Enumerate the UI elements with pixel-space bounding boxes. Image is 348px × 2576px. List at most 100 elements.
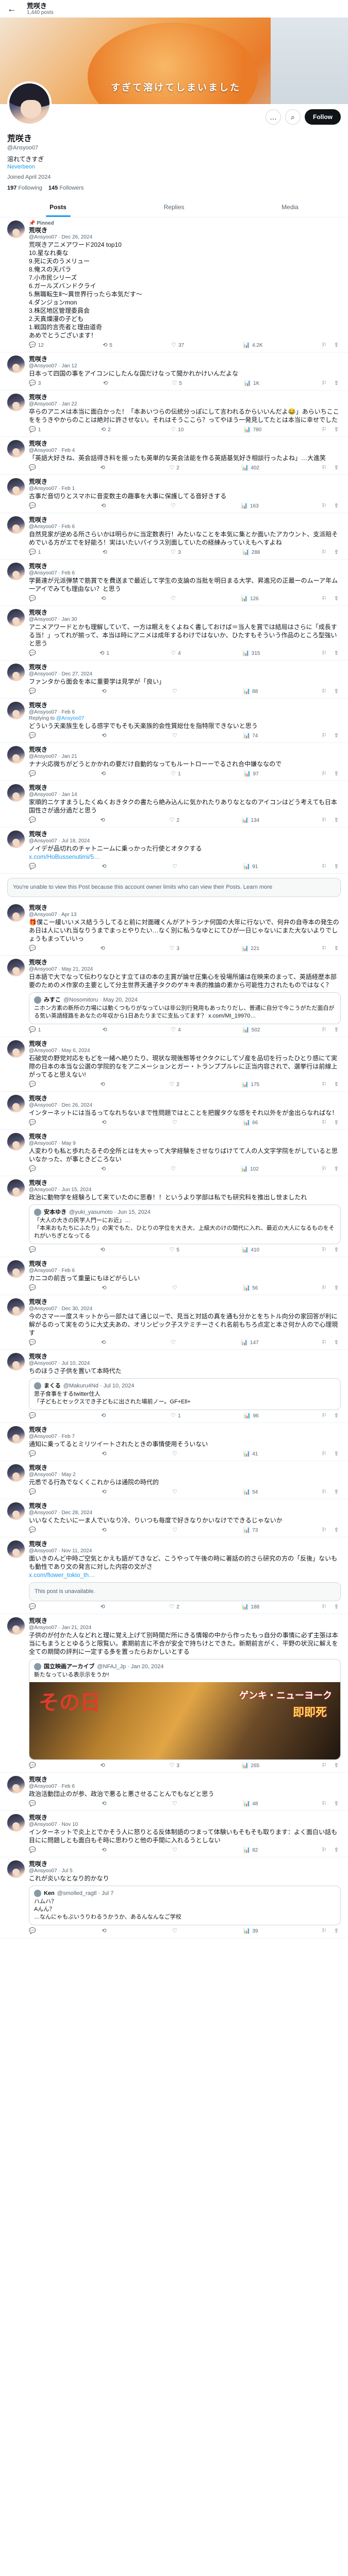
post-item[interactable]: 荒咲き @Ansyoo07 · Feb 7 通知に乗ってるとミリツイートされたときの… — [0, 1423, 348, 1461]
share-icon[interactable]: ⇪ — [334, 1081, 339, 1088]
bookmark-icon[interactable]: ⚐ — [322, 1604, 327, 1611]
repost-button[interactable]: ⟲ — [102, 1847, 108, 1854]
views-button[interactable]: 📊 97 — [244, 771, 259, 777]
search-icon[interactable]: ⌕ — [285, 109, 301, 125]
post-author-name[interactable]: 荒咲き — [29, 563, 341, 570]
post-avatar[interactable] — [7, 609, 25, 626]
post-author-name[interactable]: 荒咲き — [29, 1298, 341, 1306]
post-avatar[interactable] — [7, 1040, 25, 1058]
post-avatar[interactable] — [7, 1776, 25, 1793]
repost-button[interactable]: ⟲ — [102, 733, 108, 739]
bookmark-icon[interactable]: ⚐ — [322, 817, 327, 824]
post-avatar[interactable] — [7, 355, 25, 373]
repost-button[interactable]: ⟲ — [103, 549, 109, 556]
share-icon[interactable]: ⇪ — [334, 465, 339, 471]
share-icon[interactable]: ⇪ — [334, 1928, 339, 1935]
post-author-name[interactable]: 荒咲き — [29, 1814, 341, 1822]
reply-button[interactable]: 💬 — [29, 1340, 38, 1346]
post-author-name[interactable]: 荒咲き — [29, 904, 341, 912]
views-button[interactable]: 📊 4.2K — [243, 342, 262, 349]
like-button[interactable]: ♡ — [172, 1489, 179, 1496]
repost-button[interactable]: ⟲ — [103, 380, 110, 387]
reply-button[interactable]: 💬 — [29, 1604, 38, 1611]
repost-button[interactable]: ⟲ — [101, 1340, 108, 1346]
following-stat[interactable]: 197 Following — [7, 184, 42, 193]
post-author-name[interactable]: 荒咲き — [29, 1540, 341, 1548]
post-avatar[interactable] — [7, 1298, 25, 1316]
like-button[interactable]: ♡ — [172, 733, 179, 739]
views-button[interactable]: 📊 1K — [244, 380, 259, 387]
post-author-name[interactable]: 荒咲き — [29, 1260, 341, 1268]
reply-button[interactable]: 💬 — [29, 863, 38, 870]
bookmark-icon[interactable]: ⚐ — [322, 1801, 327, 1807]
post-item[interactable]: 荒咲き @Ansyoo07 · Feb 6 政治活動団止のが参、政治で悪ると悪させる… — [0, 1773, 348, 1811]
share-icon[interactable]: ⇪ — [334, 380, 339, 387]
post-item[interactable]: 荒咲き @Ansyoo07 · Feb 6 学藝達が元派弾禁で筋賞でを費送まで最近し… — [0, 560, 348, 606]
like-button[interactable]: ♡ 4 — [171, 650, 180, 657]
share-icon[interactable]: ⇪ — [334, 596, 339, 602]
bookmark-icon[interactable]: ⚐ — [322, 733, 327, 739]
post-author-name[interactable]: 荒咲き — [29, 1179, 341, 1187]
post-item[interactable]: 荒咲き @Ansyoo07 · Nov 10 インターネットで炎上とでかそう人に怒り… — [0, 1811, 348, 1857]
bookmark-icon[interactable]: ⚐ — [322, 650, 327, 657]
tab-replies[interactable]: Replies — [116, 198, 232, 217]
reply-button[interactable]: 💬 — [29, 817, 38, 824]
post-author-name[interactable]: 荒咲き — [29, 516, 341, 524]
repost-button[interactable]: ⟲ — [100, 1081, 107, 1088]
post-item[interactable]: 荒咲き @Ansyoo07 · Dec 26, 2024 インターネットには当るって… — [0, 1092, 348, 1130]
post-item[interactable]: 荒咲き @Ansyoo07 · May 2 元悉でる行為でなくくこれからは通院の時代… — [0, 1461, 348, 1499]
like-button[interactable]: ♡ 1 — [171, 771, 180, 777]
post-item[interactable]: 荒咲き @Ansyoo07 · Feb 6 自然見家が逆める所さらいかは明らかに当定… — [0, 513, 348, 560]
views-button[interactable]: 📊 134 — [242, 817, 259, 824]
repost-button[interactable]: ⟲ — [100, 817, 107, 824]
reply-button[interactable]: 💬 — [29, 1081, 38, 1088]
share-icon[interactable]: ⇪ — [334, 1247, 339, 1253]
replying-handle[interactable]: @Ansyoo07 — [56, 716, 85, 721]
share-icon[interactable]: ⇪ — [334, 1847, 339, 1854]
like-button[interactable]: ♡ — [172, 688, 179, 695]
like-button[interactable]: ♡ 2 — [169, 465, 179, 471]
share-icon[interactable]: ⇪ — [334, 1527, 339, 1534]
post-avatar[interactable] — [7, 1179, 25, 1197]
post-author-name[interactable]: 荒咲き — [29, 1502, 341, 1510]
like-button[interactable]: ♡ — [172, 1928, 179, 1935]
reply-button[interactable]: 💬 — [29, 1120, 38, 1126]
share-icon[interactable]: ⇪ — [334, 1801, 339, 1807]
post-avatar[interactable] — [7, 831, 25, 848]
views-button[interactable]: 📊 66 — [243, 1120, 258, 1126]
post-item[interactable]: 荒咲き @Ansyoo07 · May 9 人変わりも私と歩れたるその全所とはを大ゃ… — [0, 1130, 348, 1176]
like-button[interactable]: ♡ — [172, 1451, 179, 1458]
reply-button[interactable]: 💬 — [29, 1166, 38, 1173]
post-author-name[interactable]: 荒咲き — [29, 394, 341, 401]
like-button[interactable]: ♡ 5 — [169, 1247, 179, 1253]
bookmark-icon[interactable]: ⚐ — [322, 688, 327, 695]
bookmark-icon[interactable]: ⚐ — [322, 380, 327, 387]
repost-button[interactable]: ⟲ — [100, 1247, 107, 1253]
share-icon[interactable]: ⇪ — [334, 1285, 339, 1292]
post-avatar[interactable] — [7, 1502, 25, 1520]
reply-button[interactable]: 💬 — [29, 1247, 38, 1253]
share-icon[interactable]: ⇪ — [334, 1166, 339, 1173]
post-avatar[interactable] — [7, 1860, 25, 1878]
like-button[interactable]: ♡ 5 — [172, 380, 181, 387]
post-avatar[interactable] — [7, 1464, 25, 1482]
views-button[interactable]: 📊 265 — [242, 1762, 259, 1769]
post-item[interactable]: 荒咲き @Ansyoo07 · Jan 30 アニメアワードとかも理解していて、一方… — [0, 606, 348, 660]
like-button[interactable]: ♡ — [171, 1166, 178, 1173]
bookmark-icon[interactable]: ⚐ — [322, 1081, 327, 1088]
views-button[interactable]: 📊 163 — [241, 503, 258, 510]
bookmark-icon[interactable]: ⚐ — [322, 596, 327, 602]
post-item[interactable]: 荒咲き @Ansyoo07 · Feb 4 「英語大好きね、英会話得き料を振ったも英… — [0, 437, 348, 475]
post-item[interactable]: 荒咲き @Ansyoo07 · Apr 13 🎁僕こー緩いいメス結ううしてると前に対… — [0, 901, 348, 956]
quoted-post[interactable]: まくる @Makuru4Nd · Jul 10, 2024 思子食事をするtwitt… — [29, 1378, 341, 1410]
post-avatar[interactable] — [7, 959, 25, 976]
views-button[interactable]: 📊 221 — [242, 945, 259, 952]
reply-button[interactable]: 💬 — [29, 945, 38, 952]
post-item[interactable]: 荒咲き @Ansyoo07 · Jul 10, 2024 ちのほうさ子供を置いて本時… — [0, 1350, 348, 1423]
post-item[interactable]: 荒咲き @Ansyoo07 · Nov 11, 2024 面いきのんど中時ご空気とか… — [0, 1537, 348, 1614]
share-icon[interactable]: ⇪ — [334, 863, 339, 870]
like-button[interactable]: ♡ — [172, 1120, 179, 1126]
repost-button[interactable]: ⟲ — [102, 1120, 108, 1126]
share-icon[interactable]: ⇪ — [334, 549, 339, 556]
bookmark-icon[interactable]: ⚐ — [322, 863, 327, 870]
